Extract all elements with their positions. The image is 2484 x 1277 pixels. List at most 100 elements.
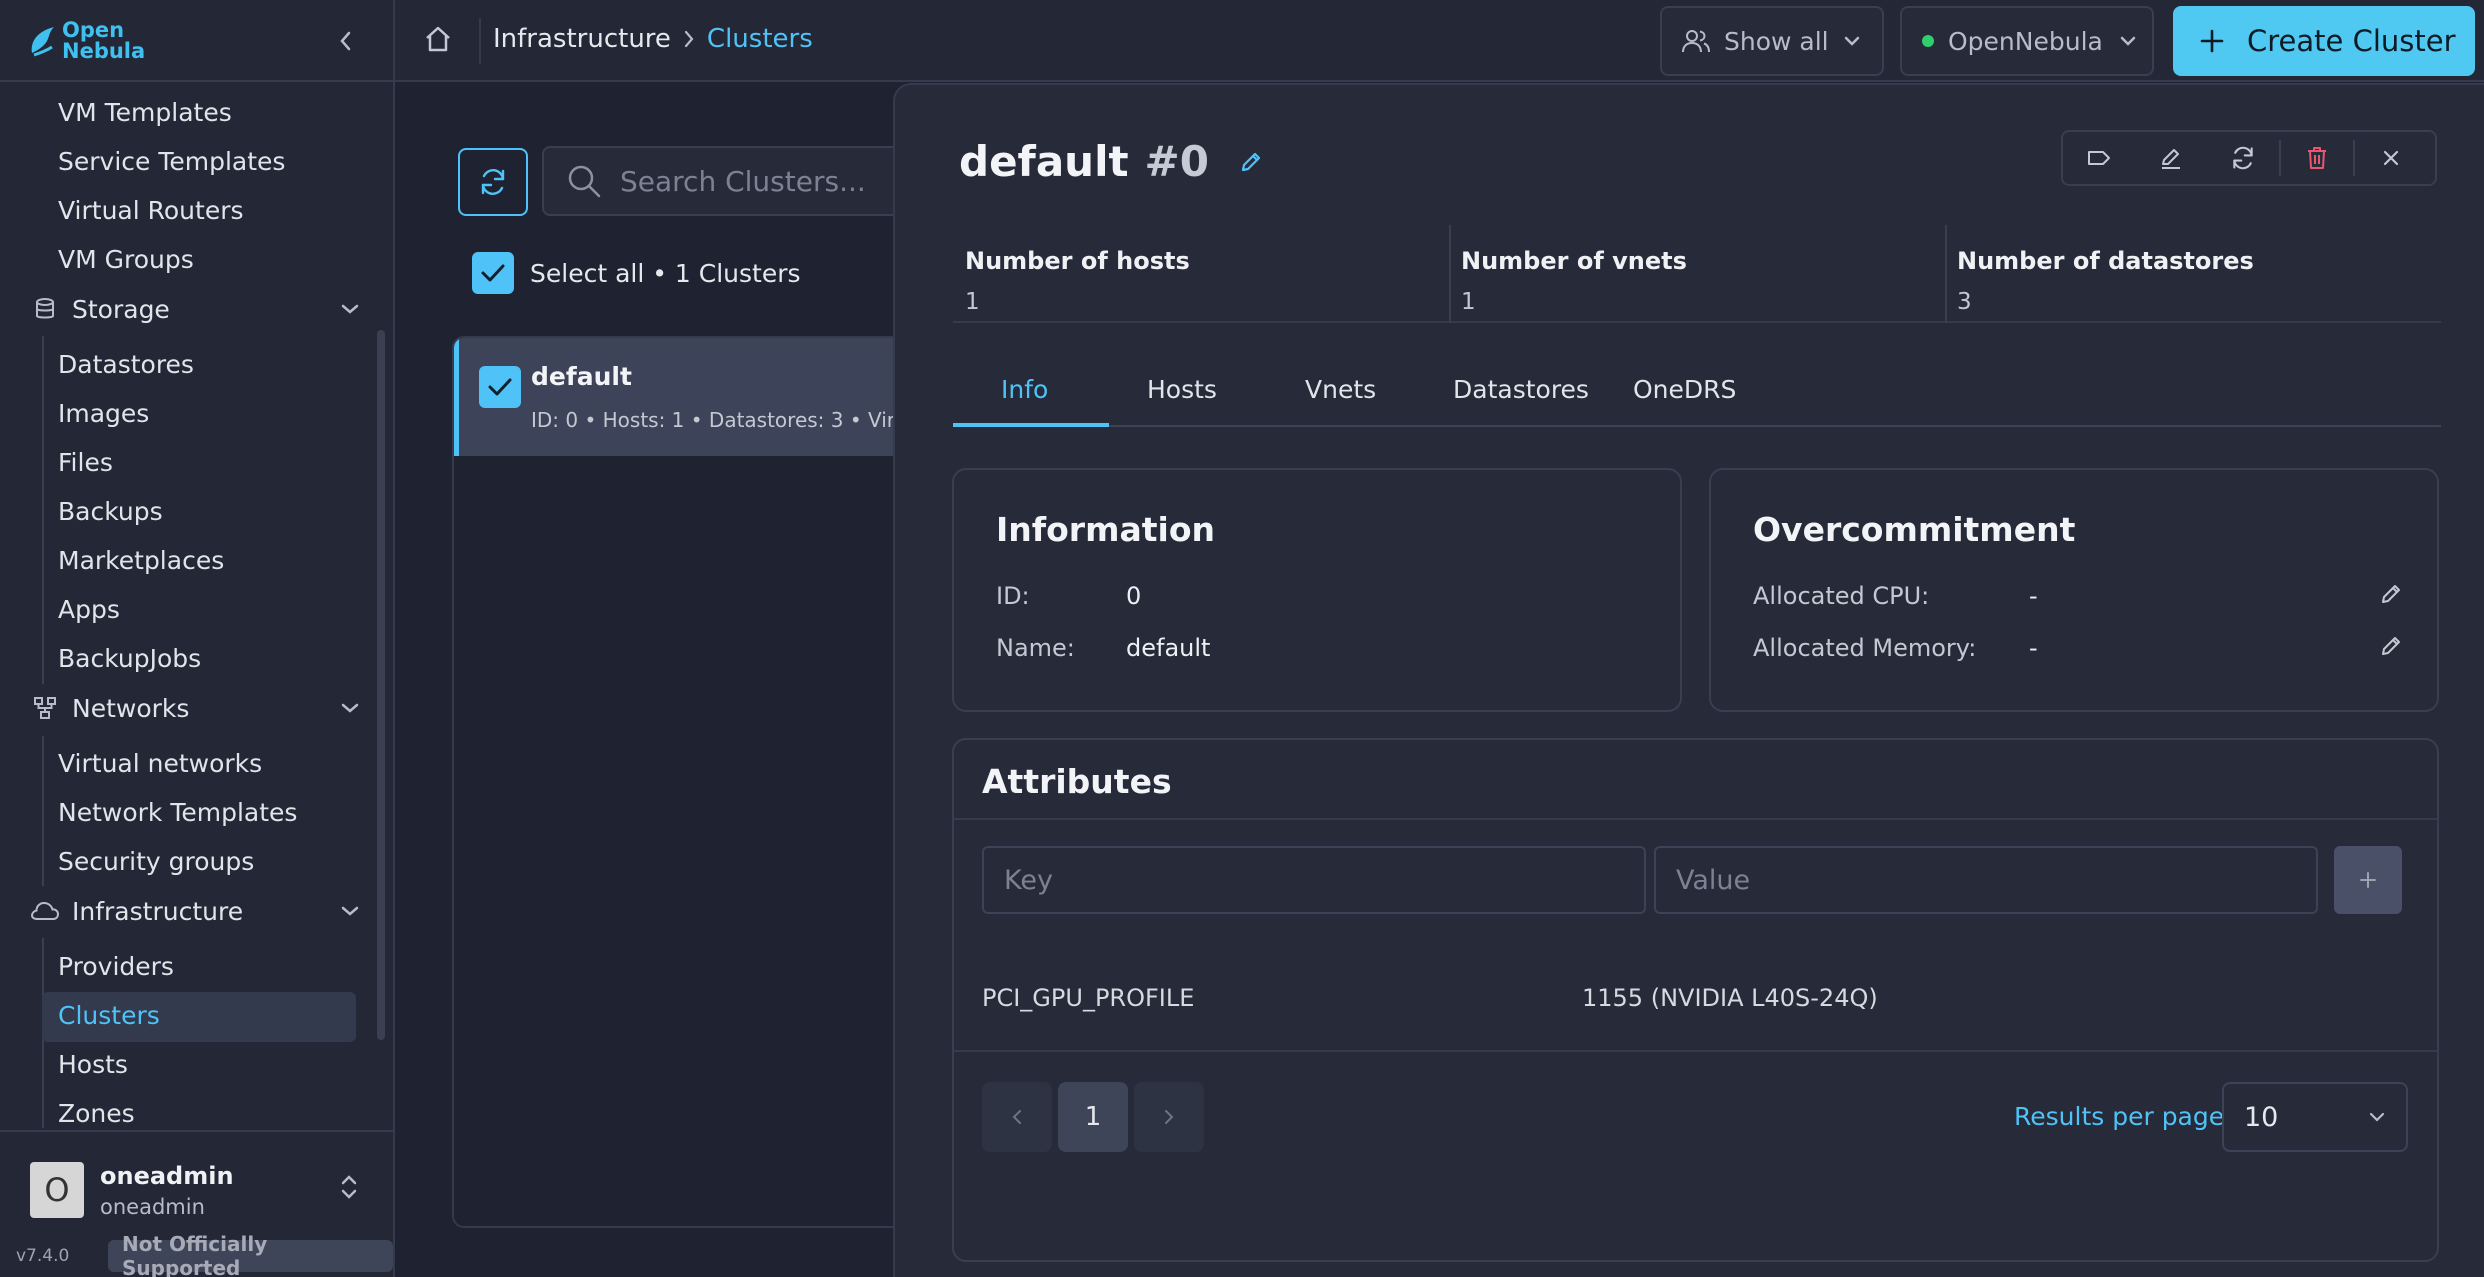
sidebar-scrollbar[interactable] bbox=[377, 330, 385, 1040]
tab-hosts[interactable]: Hosts bbox=[1147, 375, 1217, 404]
search-placeholder: Search Clusters... bbox=[620, 164, 866, 198]
chevron-right-icon bbox=[1165, 1110, 1174, 1124]
chevron-down-icon bbox=[2368, 1111, 2386, 1123]
breadcrumb-infrastructure[interactable]: Infrastructure bbox=[493, 24, 671, 54]
edit-button[interactable] bbox=[2135, 132, 2207, 184]
chevron-left-icon bbox=[1012, 1110, 1021, 1124]
sidebar-group-networks[interactable]: Networks bbox=[30, 688, 360, 728]
refresh-icon bbox=[2233, 146, 2253, 170]
sidebar-group-networks-label: Networks bbox=[72, 693, 190, 723]
stat-vnets-label: Number of vnets bbox=[1461, 247, 1687, 275]
tab-datastores[interactable]: Datastores bbox=[1453, 375, 1589, 404]
sidebar-item-zones[interactable]: Zones bbox=[58, 1099, 135, 1129]
sidebar-item-apps[interactable]: Apps bbox=[58, 595, 120, 625]
pencil-icon bbox=[1241, 152, 1261, 171]
chevron-down-icon bbox=[340, 702, 360, 714]
logo-text-open: Open bbox=[62, 18, 125, 42]
zone-status-dot bbox=[1922, 35, 1934, 47]
stat-vnets: Number of vnets 1 bbox=[1449, 225, 1945, 323]
sidebar-item-datastores[interactable]: Datastores bbox=[58, 350, 194, 380]
networks-tree-line bbox=[42, 736, 44, 886]
trash-icon bbox=[2308, 147, 2326, 169]
chevron-left-icon bbox=[340, 31, 351, 51]
delete-button[interactable] bbox=[2281, 132, 2353, 184]
create-cluster-button[interactable]: Create Cluster bbox=[2173, 6, 2475, 76]
edit-memory-button[interactable] bbox=[2379, 634, 2403, 658]
attribute-row-value[interactable]: 1155 (NVIDIA L40S-24Q) bbox=[1582, 984, 1878, 1012]
topbar-divider bbox=[479, 18, 481, 64]
select-all-row[interactable]: Select all • 1 Clusters bbox=[472, 252, 801, 294]
user-group: oneadmin bbox=[100, 1195, 205, 1219]
allocated-cpu-value: - bbox=[2029, 582, 2038, 610]
sidebar-item-hosts[interactable]: Hosts bbox=[58, 1050, 128, 1080]
home-button[interactable] bbox=[423, 24, 453, 54]
row-checkbox[interactable] bbox=[479, 366, 521, 408]
breadcrumb: Infrastructure Clusters bbox=[493, 24, 813, 54]
users-icon bbox=[1682, 30, 1710, 53]
active-tab-indicator bbox=[953, 423, 1109, 427]
detail-tabs: Info Hosts Vnets Datastores OneDRS bbox=[953, 375, 2441, 427]
close-button[interactable] bbox=[2355, 132, 2427, 184]
sidebar-group-infrastructure-label: Infrastructure bbox=[72, 896, 244, 926]
sidebar-item-clusters[interactable]: Clusters bbox=[58, 1001, 160, 1031]
sidebar-item-virtual-routers[interactable]: Virtual Routers bbox=[58, 196, 244, 226]
stat-hosts-value: 1 bbox=[965, 289, 980, 315]
sidebar-item-network-templates[interactable]: Network Templates bbox=[58, 798, 297, 828]
sidebar-header: Open Nebula bbox=[0, 0, 393, 82]
label-button[interactable] bbox=[2063, 132, 2135, 184]
breadcrumb-clusters[interactable]: Clusters bbox=[707, 24, 813, 54]
sidebar-item-vm-templates[interactable]: VM Templates bbox=[58, 98, 232, 128]
tab-onedrs[interactable]: OneDRS bbox=[1633, 375, 1736, 404]
info-id-label: ID: bbox=[996, 582, 1030, 610]
expand-updown-icon[interactable] bbox=[340, 1172, 358, 1202]
refresh-list-button[interactable] bbox=[458, 148, 528, 216]
attribute-key-input[interactable]: Key bbox=[982, 846, 1646, 914]
collapse-sidebar-button[interactable] bbox=[330, 26, 360, 56]
sidebar-item-images[interactable]: Images bbox=[58, 399, 149, 429]
avatar: O bbox=[30, 1162, 84, 1218]
sidebar-item-backupjobs[interactable]: BackupJobs bbox=[58, 644, 201, 674]
sidebar-item-virtual-networks[interactable]: Virtual networks bbox=[58, 749, 262, 779]
show-all-filter-button[interactable]: Show all bbox=[1660, 6, 1884, 76]
sidebar-group-infrastructure[interactable]: Infrastructure bbox=[30, 891, 360, 931]
pencil-icon bbox=[2382, 637, 2400, 655]
next-page-button[interactable] bbox=[1134, 1082, 1204, 1152]
attributes-divider bbox=[954, 1050, 2437, 1052]
close-icon bbox=[2383, 150, 2399, 166]
page-1-button[interactable]: 1 bbox=[1058, 1082, 1128, 1152]
stat-datastores-label: Number of datastores bbox=[1957, 247, 2254, 275]
chevron-down-icon bbox=[340, 303, 360, 315]
tab-vnets[interactable]: Vnets bbox=[1305, 375, 1376, 404]
zone-selector[interactable]: OpenNebula bbox=[1900, 6, 2154, 76]
table-row[interactable]: default ID: 0 • Hosts: 1 • Datastores: 3… bbox=[454, 338, 940, 456]
allocated-memory-label: Allocated Memory: bbox=[1753, 634, 1977, 662]
storage-tree-line bbox=[42, 336, 44, 684]
sidebar-item-security-groups[interactable]: Security groups bbox=[58, 847, 254, 877]
attribute-value-input[interactable]: Value bbox=[1654, 846, 2318, 914]
search-input[interactable]: Search Clusters... bbox=[542, 146, 942, 216]
sidebar-item-files[interactable]: Files bbox=[58, 448, 113, 478]
add-attribute-button[interactable] bbox=[2334, 846, 2402, 914]
opennebula-logo[interactable]: Open Nebula bbox=[28, 20, 145, 62]
chevron-down-icon bbox=[340, 905, 360, 917]
select-all-checkbox[interactable] bbox=[472, 252, 514, 294]
prev-page-button[interactable] bbox=[982, 1082, 1052, 1152]
sidebar-item-backups[interactable]: Backups bbox=[58, 497, 163, 527]
sidebar-item-vm-groups[interactable]: VM Groups bbox=[58, 245, 194, 275]
sidebar-item-marketplaces[interactable]: Marketplaces bbox=[58, 546, 224, 576]
sidebar-item-providers[interactable]: Providers bbox=[58, 952, 174, 982]
plus-icon bbox=[2200, 29, 2224, 53]
sidebar-group-storage[interactable]: Storage bbox=[30, 289, 360, 329]
tab-info[interactable]: Info bbox=[1001, 375, 1048, 404]
network-icon bbox=[30, 696, 60, 720]
stat-datastores: Number of datastores 3 bbox=[1945, 225, 2441, 323]
row-meta: ID: 0 • Hosts: 1 • Datastores: 3 • Virt bbox=[531, 408, 903, 432]
results-per-page-select[interactable]: 10 bbox=[2222, 1082, 2408, 1152]
chevron-down-icon bbox=[2120, 36, 2136, 46]
check-icon bbox=[488, 378, 512, 396]
rename-button[interactable] bbox=[1239, 150, 1263, 174]
nebula-logo-icon bbox=[31, 27, 54, 57]
refresh-detail-button[interactable] bbox=[2207, 132, 2279, 184]
edit-cpu-button[interactable] bbox=[2379, 582, 2403, 606]
sidebar-item-service-templates[interactable]: Service Templates bbox=[58, 147, 285, 177]
